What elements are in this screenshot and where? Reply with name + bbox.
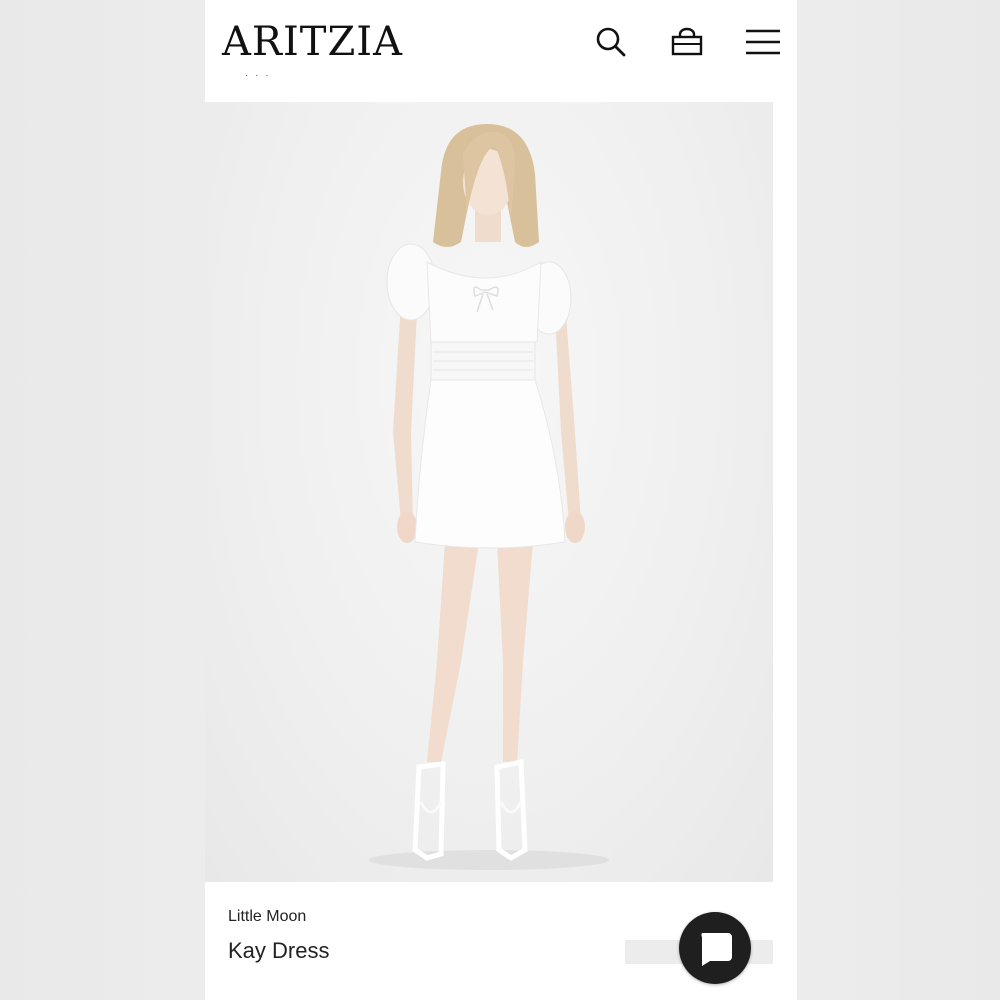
bag-icon — [671, 27, 703, 56]
model-illustration — [369, 124, 609, 870]
menu-icon — [746, 29, 780, 55]
aritzia-logo[interactable]: ARITZIA — [222, 16, 403, 68]
shopping-bag-button[interactable] — [667, 22, 707, 62]
mobile-page: ARITZIA · · · Little Moon Kay Dress — [205, 0, 797, 1000]
chat-button[interactable] — [679, 912, 751, 984]
search-icon — [596, 27, 626, 57]
search-button[interactable] — [591, 22, 631, 62]
product-name[interactable]: Kay Dress — [228, 938, 329, 964]
chat-bubble-icon — [701, 933, 732, 966]
product-image[interactable] — [205, 102, 773, 882]
product-brand[interactable]: Little Moon — [228, 908, 306, 926]
product-info: Little Moon Kay Dress — [205, 882, 797, 1000]
site-header: ARITZIA · · · — [205, 0, 797, 102]
menu-button[interactable] — [743, 22, 783, 62]
breadcrumb[interactable]: · · · — [245, 70, 271, 84]
